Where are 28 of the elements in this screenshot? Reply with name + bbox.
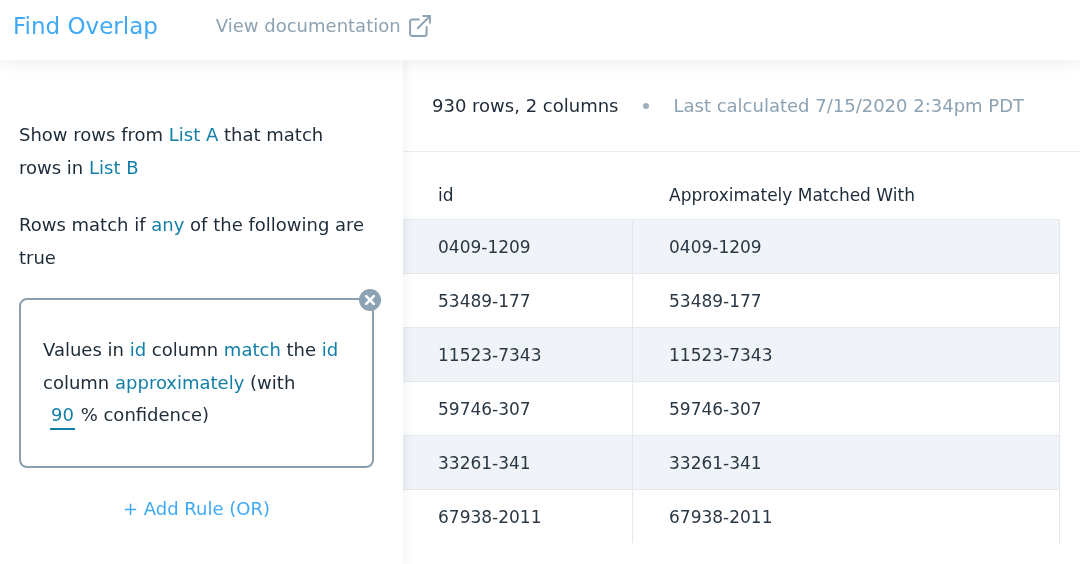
close-icon[interactable] [359, 289, 381, 311]
rule-text: Values in id column match the id column approximately (with 90 % confidence) [43, 334, 355, 432]
table-size-text: 930 rows, 2 columns [432, 95, 619, 116]
rule-description: Rows match if any of the following are true [19, 213, 366, 270]
inline-link[interactable]: approximately [115, 371, 245, 393]
external-link-icon [408, 15, 431, 37]
inline-link[interactable]: match [223, 339, 281, 360]
column-header: id [437, 185, 455, 205]
last-calculated-text: Last calculated 7/15/2020 2:34pm PDT [673, 95, 1025, 116]
table-cell-text: 11523-7343 [668, 343, 774, 367]
table-cell: 67938-2011 [403, 490, 633, 543]
documentation-link[interactable]: View documentation [215, 14, 431, 38]
table-cell-text: 53489-177 [668, 289, 763, 313]
inline-link[interactable]: any [151, 214, 185, 235]
inline-link[interactable]: id [129, 339, 147, 360]
table-cell-text: 59746-307 [668, 397, 763, 421]
table-cell-text: 67938-2011 [668, 505, 774, 529]
table-cell-text: 0409-1209 [668, 235, 763, 259]
inline-link[interactable]: id [321, 339, 339, 360]
add-rule-button[interactable]: + Add Rule (OR) [119, 494, 274, 523]
rule-description: Show rows from List A that match rows in List B [19, 123, 325, 180]
separator-dot-icon [643, 102, 650, 109]
inline-link[interactable]: List B [89, 157, 139, 178]
number-field[interactable]: 90 [50, 404, 75, 430]
column-header: Approximately Matched With [668, 185, 916, 205]
table-cell-text: 33261-341 [668, 451, 763, 475]
inline-link[interactable]: List A [168, 124, 219, 145]
page-title: Find Overlap [13, 12, 158, 40]
